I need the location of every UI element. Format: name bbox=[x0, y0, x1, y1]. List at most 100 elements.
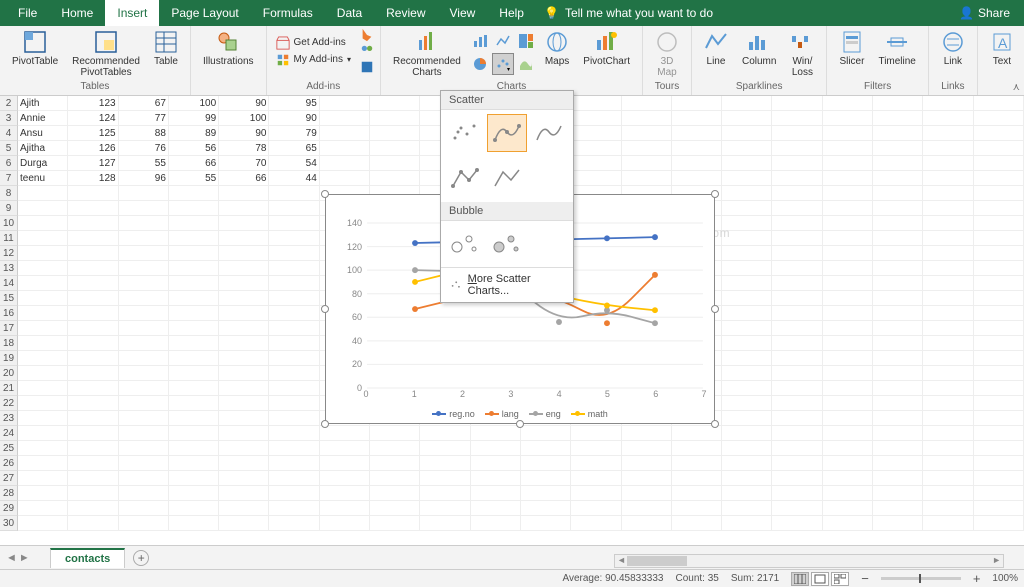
row-header[interactable]: 14 bbox=[0, 276, 18, 291]
tab-home[interactable]: Home bbox=[49, 0, 105, 26]
scatter-smooth-button[interactable] bbox=[529, 114, 569, 152]
row-header[interactable]: 21 bbox=[0, 381, 18, 396]
row-header[interactable]: 3 bbox=[0, 111, 18, 126]
sparkline-winloss-button[interactable]: Win/ Loss bbox=[784, 28, 820, 80]
cell[interactable]: 66 bbox=[219, 171, 269, 186]
row-header[interactable]: 23 bbox=[0, 411, 18, 426]
tab-insert[interactable]: Insert bbox=[105, 0, 159, 26]
row-header[interactable]: 20 bbox=[0, 366, 18, 381]
people-graph-icon[interactable] bbox=[360, 44, 374, 58]
illustrations-button[interactable]: Illustrations bbox=[197, 28, 260, 69]
cell[interactable]: Ansu bbox=[18, 126, 68, 141]
cell[interactable]: 44 bbox=[269, 171, 319, 186]
row-header[interactable]: 24 bbox=[0, 426, 18, 441]
pie-chart-button[interactable] bbox=[469, 53, 491, 75]
cell[interactable]: 100 bbox=[219, 111, 269, 126]
tab-data[interactable]: Data bbox=[325, 0, 374, 26]
row-header[interactable]: 18 bbox=[0, 336, 18, 351]
row-header[interactable]: 7 bbox=[0, 171, 18, 186]
row-header[interactable]: 27 bbox=[0, 471, 18, 486]
row-header[interactable]: 16 bbox=[0, 306, 18, 321]
resize-handle[interactable] bbox=[321, 190, 329, 198]
horizontal-scrollbar[interactable]: ◄ ► bbox=[614, 554, 1004, 568]
add-sheet-button[interactable]: + bbox=[133, 550, 149, 566]
cell[interactable]: 88 bbox=[119, 126, 169, 141]
visio-icon[interactable] bbox=[360, 60, 374, 74]
row-header[interactable]: 5 bbox=[0, 141, 18, 156]
my-addins-button[interactable]: My Add-ins ▾ bbox=[273, 52, 354, 68]
cell[interactable]: Annie bbox=[18, 111, 68, 126]
cell[interactable]: 126 bbox=[68, 141, 118, 156]
page-layout-view-button[interactable] bbox=[811, 572, 829, 586]
pivot-chart-button[interactable]: PivotChart bbox=[577, 28, 636, 69]
page-break-view-button[interactable] bbox=[831, 572, 849, 586]
tab-view[interactable]: View bbox=[438, 0, 488, 26]
cell[interactable]: 56 bbox=[169, 141, 219, 156]
cell[interactable]: 90 bbox=[269, 111, 319, 126]
tab-help[interactable]: Help bbox=[487, 0, 536, 26]
get-addins-button[interactable]: Get Add-ins bbox=[273, 35, 354, 51]
scatter-straight-markers-button[interactable] bbox=[445, 160, 485, 198]
collapse-ribbon-icon[interactable]: ⋏ bbox=[1013, 82, 1020, 93]
cell[interactable]: 78 bbox=[219, 141, 269, 156]
scatter-only-button[interactable] bbox=[445, 114, 485, 152]
sheet-tab-contacts[interactable]: contacts bbox=[50, 548, 125, 568]
bubble-3d-button[interactable] bbox=[487, 225, 527, 263]
cell[interactable]: 54 bbox=[269, 156, 319, 171]
zoom-level[interactable]: 100% bbox=[992, 573, 1018, 584]
row-header[interactable]: 22 bbox=[0, 396, 18, 411]
pivot-table-button[interactable]: PivotTable bbox=[6, 28, 64, 69]
cell[interactable]: 65 bbox=[269, 141, 319, 156]
row-header[interactable]: 6 bbox=[0, 156, 18, 171]
cell[interactable]: Ajith bbox=[18, 96, 68, 111]
cell[interactable]: 124 bbox=[68, 111, 118, 126]
cell[interactable]: 90 bbox=[219, 126, 269, 141]
scatter-smooth-markers-button[interactable] bbox=[487, 114, 527, 152]
zoom-out-button[interactable]: − bbox=[861, 571, 869, 586]
cell[interactable]: 125 bbox=[68, 126, 118, 141]
scatter-chart-button[interactable]: ▾ bbox=[492, 53, 514, 75]
cell[interactable]: Durga bbox=[18, 156, 68, 171]
row-header[interactable]: 9 bbox=[0, 201, 18, 216]
tab-formulas[interactable]: Formulas bbox=[251, 0, 325, 26]
cell[interactable]: 70 bbox=[219, 156, 269, 171]
row-header[interactable]: 28 bbox=[0, 486, 18, 501]
maps-button[interactable]: Maps bbox=[539, 28, 575, 69]
row-header[interactable]: 8 bbox=[0, 186, 18, 201]
row-header[interactable]: 25 bbox=[0, 441, 18, 456]
prev-sheet-icon[interactable]: ◄ bbox=[6, 552, 17, 564]
column-chart-button[interactable] bbox=[469, 30, 491, 52]
resize-handle[interactable] bbox=[516, 420, 524, 428]
zoom-in-button[interactable]: + bbox=[973, 571, 981, 586]
line-chart-button[interactable] bbox=[492, 30, 514, 52]
resize-handle[interactable] bbox=[711, 420, 719, 428]
slicer-button[interactable]: Slicer bbox=[833, 28, 870, 69]
cell[interactable]: 127 bbox=[68, 156, 118, 171]
cell[interactable]: 77 bbox=[119, 111, 169, 126]
table-button[interactable]: Table bbox=[148, 28, 184, 69]
cell[interactable]: 89 bbox=[169, 126, 219, 141]
scrollbar-thumb[interactable] bbox=[627, 556, 687, 566]
recommended-pivot-button[interactable]: Recommended PivotTables bbox=[66, 28, 146, 80]
bubble-button[interactable] bbox=[445, 225, 485, 263]
row-header[interactable]: 11 bbox=[0, 231, 18, 246]
cell[interactable]: 55 bbox=[169, 171, 219, 186]
share-button[interactable]: 👤 Share bbox=[951, 0, 1018, 26]
cell[interactable]: 96 bbox=[119, 171, 169, 186]
resize-handle[interactable] bbox=[711, 190, 719, 198]
timeline-button[interactable]: Timeline bbox=[872, 28, 921, 69]
scatter-straight-button[interactable] bbox=[487, 160, 527, 198]
normal-view-button[interactable] bbox=[791, 572, 809, 586]
row-header[interactable]: 26 bbox=[0, 456, 18, 471]
row-header[interactable]: 13 bbox=[0, 261, 18, 276]
cell[interactable]: 128 bbox=[68, 171, 118, 186]
cell[interactable]: 90 bbox=[219, 96, 269, 111]
row-header[interactable]: 12 bbox=[0, 246, 18, 261]
surface-chart-button[interactable] bbox=[515, 53, 537, 75]
resize-handle[interactable] bbox=[321, 305, 329, 313]
row-header[interactable]: 29 bbox=[0, 501, 18, 516]
recommended-charts-button[interactable]: Recommended Charts bbox=[387, 28, 467, 80]
cell[interactable]: 123 bbox=[68, 96, 118, 111]
link-button[interactable]: Link bbox=[935, 28, 971, 69]
tab-file[interactable]: File bbox=[6, 0, 49, 26]
